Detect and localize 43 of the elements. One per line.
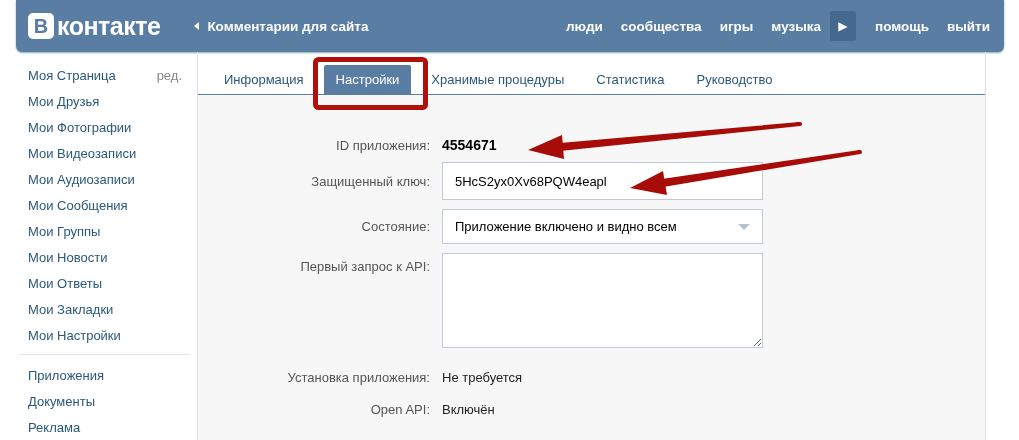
field-label: Состояние:: [360, 219, 431, 234]
sidebar-item[interactable]: Мои Друзья: [28, 93, 100, 109]
field-label: Установка приложения:: [286, 370, 431, 385]
nav-link[interactable]: выйти: [937, 18, 1004, 34]
text-area[interactable]: [442, 253, 763, 348]
sidebar-item[interactable]: Мои Закладки: [28, 301, 114, 317]
field-label: Первый запрос к API:: [299, 258, 431, 274]
sidebar-item[interactable]: Мои Видеозаписи: [28, 145, 137, 161]
field-value: Не требуется: [442, 370, 523, 385]
play-button[interactable]: ▶: [830, 11, 856, 41]
sidebar-item[interactable]: Мои Ответы: [28, 275, 102, 291]
tab[interactable]: Настройки: [323, 65, 412, 94]
sidebar-item[interactable]: Приложения: [28, 367, 105, 383]
tab[interactable]: Руководство: [684, 65, 785, 94]
sidebar-item[interactable]: Мои Фотографии: [28, 119, 132, 135]
field-value: 4554671: [442, 137, 497, 153]
sidebar-item[interactable]: Мои Аудиозаписи: [28, 171, 135, 187]
sidebar-item[interactable]: Мои Новости: [28, 249, 108, 265]
sidebar-item[interactable]: Мои Сообщения: [28, 197, 128, 213]
tab[interactable]: Информация: [212, 65, 316, 94]
tab[interactable]: Статистика: [584, 65, 677, 94]
field-label: Защищенный ключ:: [310, 173, 431, 189]
nav-link[interactable]: игры: [710, 18, 763, 34]
sidebar-item[interactable]: Моя Страница: [28, 67, 116, 83]
sidebar-item[interactable]: Реклама: [28, 419, 81, 435]
nav-link[interactable]: помощь: [866, 18, 938, 34]
sidebar-item[interactable]: Мои Группы: [28, 223, 101, 239]
caret-icon: [738, 223, 750, 230]
back-link[interactable]: Комментарии для сайта: [194, 18, 369, 34]
field-label: Open API:: [369, 402, 431, 417]
sidebar-item[interactable]: Документы: [28, 393, 95, 409]
input-field[interactable]: 5HcS2yx0Xv68PQW4eapl: [442, 162, 763, 200]
edit-link[interactable]: ред.: [156, 67, 182, 83]
logo[interactable]: В контакте: [28, 11, 161, 41]
tab[interactable]: Хранимые процедуры: [419, 65, 577, 94]
nav-link[interactable]: сообщества: [611, 18, 711, 34]
caret-icon: [194, 22, 200, 30]
field-label: ID приложения:: [335, 137, 431, 153]
sidebar-item[interactable]: Мои Настройки: [28, 327, 121, 343]
dropdown[interactable]: Приложение включено и видно всем: [442, 209, 763, 244]
nav-link[interactable]: музыка: [762, 18, 830, 34]
nav-link[interactable]: люди: [557, 18, 612, 34]
field-value: Включён: [442, 402, 495, 417]
